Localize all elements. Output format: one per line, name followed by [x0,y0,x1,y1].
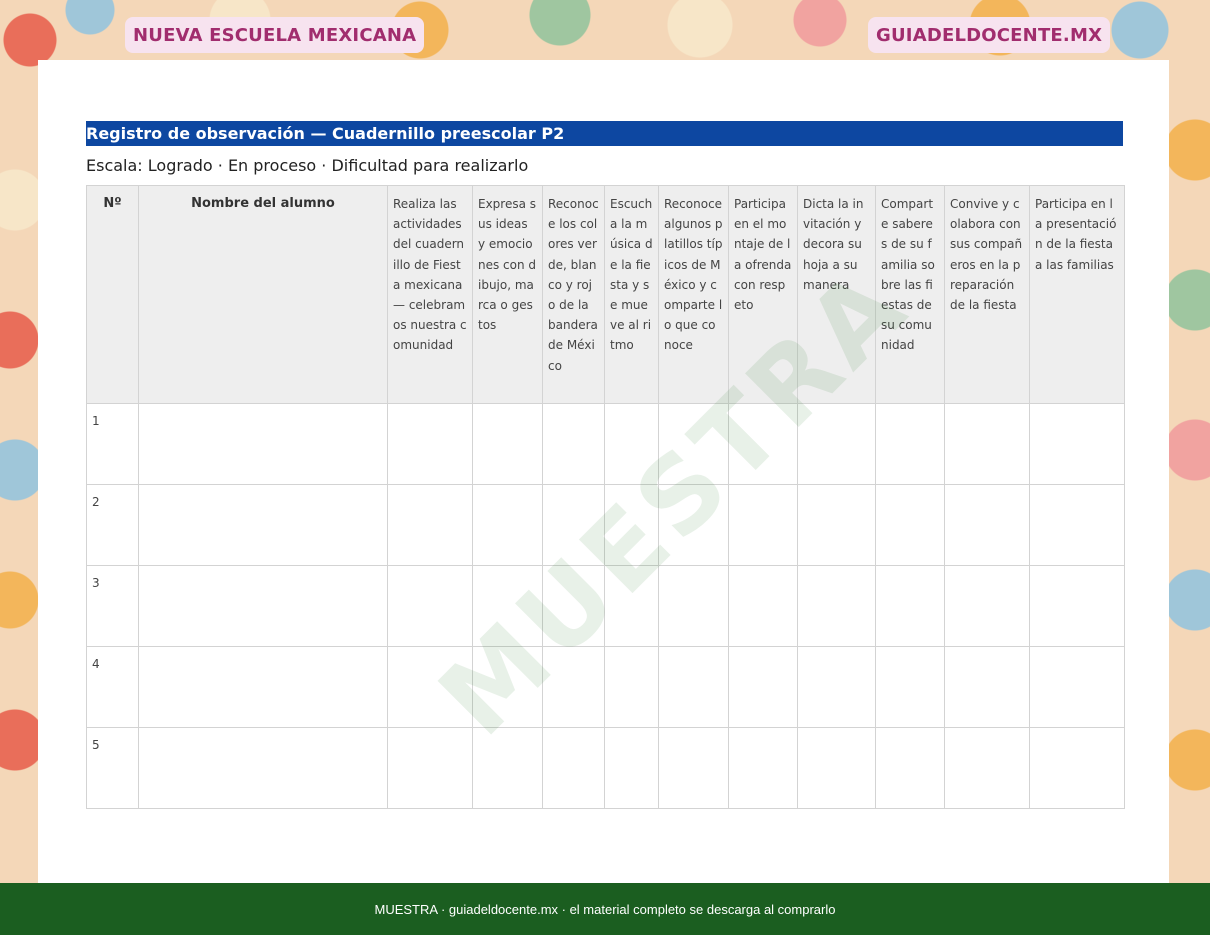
observation-cell[interactable] [728,403,798,485]
observation-cell[interactable] [542,403,605,485]
observation-cell[interactable] [1029,403,1125,485]
observation-cell[interactable] [797,646,876,728]
observation-cell[interactable] [387,727,473,809]
observation-cell[interactable] [658,727,729,809]
observation-cell[interactable] [875,565,945,647]
column-header-criterion: Participa en el montaje de la ofrenda co… [728,185,798,404]
observation-cell[interactable] [1029,727,1125,809]
worksheet-page: Registro de observación — Cuadernillo pr… [38,60,1169,883]
observation-cell[interactable] [472,484,543,566]
brand-badge-site: GUIADELDOCENTE.MX [868,17,1111,53]
observation-table: Nº Nombre del alumno Realiza las activid… [86,185,1125,809]
table-row: 2 [86,484,1125,566]
observation-cell[interactable] [944,403,1030,485]
observation-cell[interactable] [542,646,605,728]
row-number-cell: 2 [86,484,139,566]
observation-cell[interactable] [542,565,605,647]
table-header-row: Nº Nombre del alumno Realiza las activid… [86,185,1125,404]
table-row: 1 [86,403,1125,485]
row-number-cell: 1 [86,403,139,485]
evaluation-scale: Escala: Logrado · En proceso · Dificulta… [86,156,529,175]
table-row: 5 [86,727,1125,809]
column-header-number: Nº [86,185,139,404]
observation-cell[interactable] [944,727,1030,809]
observation-cell[interactable] [1029,565,1125,647]
observation-cell[interactable] [944,484,1030,566]
observation-cell[interactable] [387,565,473,647]
document-title: Registro de observación — Cuadernillo pr… [86,121,1123,146]
column-header-criterion: Escucha la música de la fiesta y se muev… [604,185,659,404]
observation-cell[interactable] [728,565,798,647]
observation-cell[interactable] [604,646,659,728]
observation-cell[interactable] [658,646,729,728]
column-header-criterion: Realiza las actividades del cuadernillo … [387,185,473,404]
observation-cell[interactable] [875,646,945,728]
brand-badge-nueva-escuela: NUEVA ESCUELA MEXICANA [125,17,425,53]
observation-cell[interactable] [944,565,1030,647]
observation-cell[interactable] [797,403,876,485]
student-name-cell[interactable] [138,403,388,485]
observation-cell[interactable] [944,646,1030,728]
student-name-cell[interactable] [138,484,388,566]
column-header-criterion: Reconoce algunos platillos típicos de Mé… [658,185,729,404]
footer-bar: MUESTRA · guiadeldocente.mx · el materia… [0,883,1210,935]
observation-cell[interactable] [387,484,473,566]
observation-cell[interactable] [604,727,659,809]
student-name-cell[interactable] [138,565,388,647]
observation-cell[interactable] [604,403,659,485]
observation-cell[interactable] [472,646,543,728]
table-row: 3 [86,565,1125,647]
student-name-cell[interactable] [138,646,388,728]
observation-cell[interactable] [728,727,798,809]
observation-cell[interactable] [387,646,473,728]
column-header-criterion: Participa en la presentación de la fiest… [1029,185,1125,404]
observation-cell[interactable] [797,727,876,809]
observation-cell[interactable] [797,484,876,566]
row-number-cell: 3 [86,565,139,647]
observation-cell[interactable] [542,727,605,809]
student-name-cell[interactable] [138,727,388,809]
row-number-cell: 5 [86,727,139,809]
observation-cell[interactable] [472,565,543,647]
observation-cell[interactable] [875,403,945,485]
observation-cell[interactable] [604,484,659,566]
observation-cell[interactable] [658,484,729,566]
observation-cell[interactable] [542,484,605,566]
observation-cell[interactable] [472,403,543,485]
observation-cell[interactable] [387,403,473,485]
observation-cell[interactable] [472,727,543,809]
column-header-criterion: Expresa sus ideas y emociones con dibujo… [472,185,543,404]
observation-cell[interactable] [728,484,798,566]
column-header-criterion: Comparte saberes de su familia sobre las… [875,185,945,404]
observation-cell[interactable] [658,565,729,647]
column-header-student-name: Nombre del alumno [138,185,388,404]
observation-cell[interactable] [1029,484,1125,566]
observation-cell[interactable] [728,646,798,728]
column-header-criterion: Convive y colabora con sus compañeros en… [944,185,1030,404]
observation-cell[interactable] [875,727,945,809]
observation-cell[interactable] [658,403,729,485]
observation-cell[interactable] [797,565,876,647]
footer-text: MUESTRA · guiadeldocente.mx · el materia… [374,901,836,917]
row-number-cell: 4 [86,646,139,728]
observation-cell[interactable] [875,484,945,566]
column-header-criterion: Reconoce los colores verde, blanco y roj… [542,185,605,404]
observation-cell[interactable] [604,565,659,647]
column-header-criterion: Dicta la invitación y decora su hoja a s… [797,185,876,404]
observation-cell[interactable] [1029,646,1125,728]
table-row: 4 [86,646,1125,728]
